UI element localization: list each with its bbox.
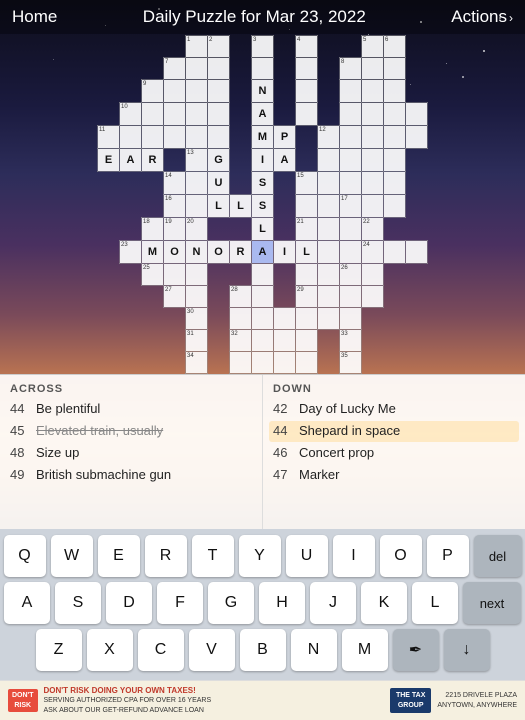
key-t[interactable]: T [192,535,234,577]
crossword-area: 1 2 3 4 5 6 7 [0,34,525,374]
clue-down-44[interactable]: 44 Shepard in space [269,421,519,442]
nav-bar: Home Daily Puzzle for Mar 23, 2022 Actio… [0,0,525,34]
key-v[interactable]: V [189,629,235,671]
clue-text: Size up [36,445,79,462]
keyboard-row-1: Q W E R T Y U I O P del [4,535,521,577]
key-k[interactable]: K [361,582,407,624]
down-arrow-key[interactable]: ↓ [444,629,490,671]
key-g[interactable]: G [208,582,254,624]
clues-section: ACROSS 44 Be plentiful 45 Elevated train… [0,374,525,529]
key-b[interactable]: B [240,629,286,671]
pen-key[interactable]: ✒ [393,629,439,671]
clue-text: Shepard in space [299,423,400,440]
clue-across-48[interactable]: 48 Size up [10,445,252,462]
actions-label: Actions [451,7,507,26]
clue-text: Marker [299,467,339,484]
ad-subtext-2: ASK ABOUT OUR GET-REFUND ADVANCE LOAN [44,706,212,716]
delete-key[interactable]: del [474,535,522,577]
clue-number: 44 [10,401,36,418]
clue-down-47[interactable]: 47 Marker [273,467,515,484]
key-x[interactable]: X [87,629,133,671]
key-s[interactable]: S [55,582,101,624]
key-m[interactable]: M [342,629,388,671]
key-o[interactable]: O [380,535,422,577]
keyboard-row-3: Z X C V B N M ✒ ↓ [4,629,521,671]
chevron-down-icon: › [509,11,513,25]
clue-number: 46 [273,445,299,462]
down-clues-column: DOWN 42 Day of Lucky Me 44 Shepard in sp… [263,375,525,529]
clue-text: British submachine gun [36,467,171,484]
next-key[interactable]: next [463,582,521,624]
clue-across-45[interactable]: 45 Elevated train, usually [10,423,252,440]
key-h[interactable]: H [259,582,305,624]
key-j[interactable]: J [310,582,356,624]
clue-across-49[interactable]: 49 British submachine gun [10,467,252,484]
clue-text: Be plentiful [36,401,100,418]
clue-number: 48 [10,445,36,462]
ad-headline: DON'T RISK DOING YOUR OWN TAXES! [44,685,212,696]
clue-across-44[interactable]: 44 Be plentiful [10,401,252,418]
ad-address-1: 2215 DRIVELE PLAZA [437,691,517,701]
ad-right-logo: THE TAXGROUP [390,688,431,714]
clue-down-42[interactable]: 42 Day of Lucky Me [273,401,515,418]
clue-text: Day of Lucky Me [299,401,396,418]
actions-button[interactable]: Actions› [451,7,513,27]
grid-table: 1 2 3 4 5 6 7 [97,35,428,374]
clue-down-46[interactable]: 46 Concert prop [273,445,515,462]
keyboard: Q W E R T Y U I O P del A S D F G H J K … [0,529,525,680]
ad-logo: DON'TRISK [8,689,38,711]
key-r[interactable]: R [145,535,187,577]
clue-number: 47 [273,467,299,484]
key-e[interactable]: E [98,535,140,577]
key-y[interactable]: Y [239,535,281,577]
ad-left: DON'TRISK DON'T RISK DOING YOUR OWN TAXE… [8,685,211,716]
key-a[interactable]: A [4,582,50,624]
crossword-grid[interactable]: 1 2 3 4 5 6 7 [97,35,428,374]
key-n[interactable]: N [291,629,337,671]
ad-text: DON'T RISK DOING YOUR OWN TAXES! SERVING… [44,685,212,716]
clue-number: 45 [10,423,36,440]
key-l[interactable]: L [412,582,458,624]
key-z[interactable]: Z [36,629,82,671]
ad-right-text: 2215 DRIVELE PLAZA ANYTOWN, ANYWHERE [437,691,517,711]
key-q[interactable]: Q [4,535,46,577]
key-p[interactable]: P [427,535,469,577]
across-clues-column: ACROSS 44 Be plentiful 45 Elevated train… [0,375,263,529]
key-f[interactable]: F [157,582,203,624]
clue-number: 49 [10,467,36,484]
key-w[interactable]: W [51,535,93,577]
ad-right: THE TAXGROUP 2215 DRIVELE PLAZA ANYTOWN,… [390,688,517,714]
ad-subtext: SERVING AUTHORIZED CPA FOR OVER 16 YEARS [44,696,212,706]
clue-number: 42 [273,401,299,418]
home-button[interactable]: Home [12,7,57,27]
clue-text: Elevated train, usually [36,423,163,440]
keyboard-row-2: A S D F G H J K L next [4,582,521,624]
ad-address-2: ANYTOWN, ANYWHERE [437,701,517,711]
down-header: DOWN [273,383,515,395]
key-u[interactable]: U [286,535,328,577]
across-header: ACROSS [10,383,252,395]
clue-number: 44 [273,423,299,440]
key-d[interactable]: D [106,582,152,624]
clue-text: Concert prop [299,445,374,462]
ad-banner[interactable]: DON'TRISK DON'T RISK DOING YOUR OWN TAXE… [0,680,525,720]
key-c[interactable]: C [138,629,184,671]
key-i[interactable]: I [333,535,375,577]
puzzle-title: Daily Puzzle for Mar 23, 2022 [143,7,366,27]
